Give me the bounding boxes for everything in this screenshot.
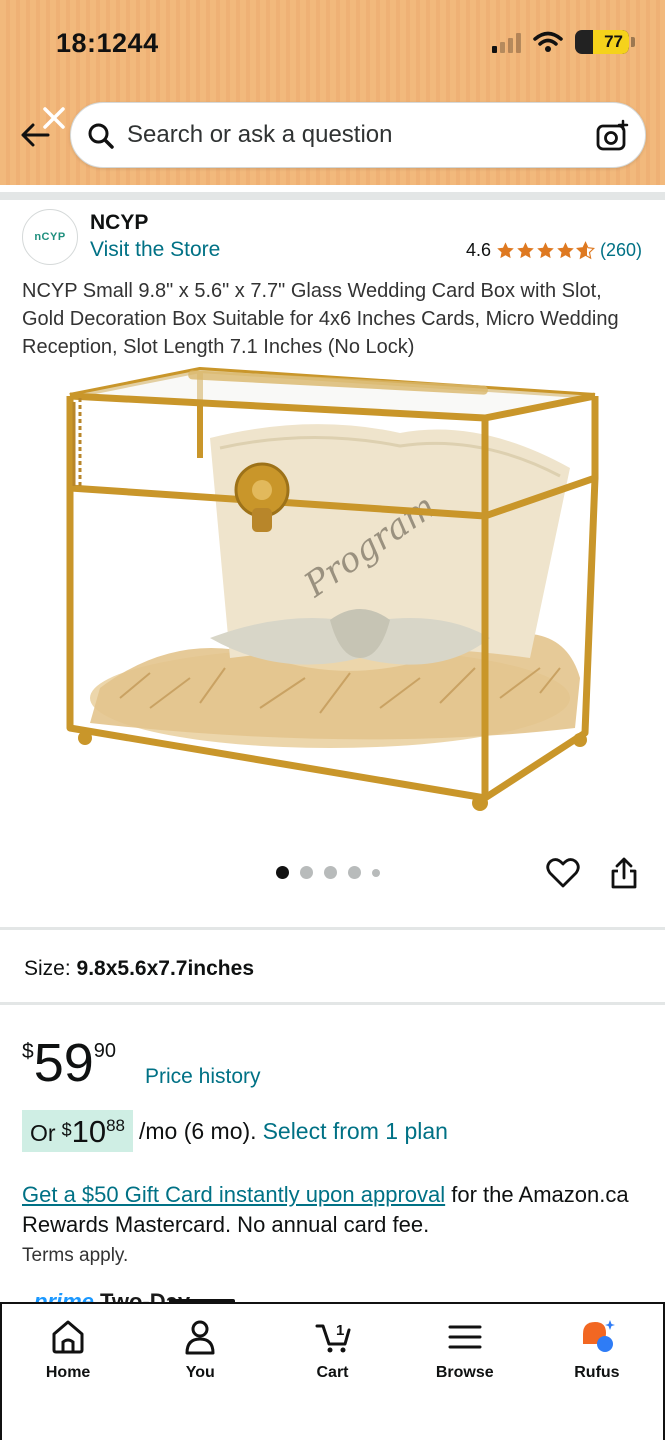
brand-logo-text: nCYP [34,231,66,243]
nav-item-you[interactable]: You [134,1318,266,1440]
heart-icon[interactable] [546,856,580,890]
monthly-whole: 10 [71,1114,107,1149]
signal-icon [492,31,521,53]
carousel-dot[interactable] [324,866,337,879]
monthly-fraction: 88 [106,1116,125,1135]
half-star-icon [575,241,595,260]
search-input[interactable] [127,113,577,157]
cart-count: 1 [336,1322,344,1339]
product-title: NCYP Small 9.8" x 5.6" x 7.7" Glass Wedd… [22,280,619,358]
carousel-dot[interactable] [348,866,361,879]
size-value: 9.8x5.6x7.7inches [76,957,254,980]
carousel-dot[interactable] [300,866,313,879]
visit-store-link[interactable]: Visit the Store [90,238,220,262]
monthly-badge: Or $ 10 88 [22,1110,133,1152]
search-icon [88,123,114,149]
price-fraction: 90 [93,1040,117,1062]
nav-active-indicator [169,1299,235,1304]
nav-item-cart[interactable]: 1 Cart [266,1318,398,1440]
rufus-icon [582,1320,615,1352]
header-divider [0,192,665,200]
star-icon [557,242,574,259]
price-history-link[interactable]: Price history [145,1065,261,1089]
price: $ 59 90 [22,1034,116,1092]
nav-label-rufus: Rufus [574,1364,620,1381]
status-time: 18:1244 [56,28,159,58]
brand-logo[interactable]: nCYP [22,209,78,265]
monthly-term: /mo (6 mo). [138,1117,257,1144]
star-icon [517,242,534,259]
nav-label-you: You [185,1364,215,1381]
nav-item-rufus[interactable]: Rufus [531,1318,663,1440]
home-icon [52,1320,84,1354]
gift-card-link[interactable]: Get a $50 Gift Card instantly upon appro… [22,1182,445,1207]
star-icon [537,242,554,259]
header: 18:1244 77 [0,0,665,185]
search-bar[interactable] [70,102,646,168]
battery-level: 77 [604,32,623,51]
size-label: Size: [24,957,71,980]
carousel-dot[interactable] [372,868,380,877]
select-plan-link[interactable]: Select from 1 plan [263,1118,448,1145]
size-selector[interactable]: Size: 9.8x5.6x7.7inches [24,957,254,981]
user-icon [185,1320,215,1355]
nav-item-browse[interactable]: Browse [399,1318,531,1440]
review-count[interactable]: (260) [600,240,642,261]
store-name: NCYP [90,211,149,234]
share-icon[interactable] [608,856,640,890]
divider [0,927,665,930]
nav-item-home[interactable]: Home [2,1318,134,1440]
battery-icon: 77 [575,30,635,54]
nav-label-browse: Browse [435,1364,494,1381]
bottom-nav: Home You 1 Cart Browse Rufus [0,1299,665,1440]
image-carousel-dots[interactable] [276,866,380,879]
price-whole: 59 [33,1033,94,1093]
divider [0,1002,665,1005]
close-icon[interactable] [40,104,68,132]
star-icon [497,242,514,259]
nav-label-cart: Cart [316,1364,349,1381]
monthly-payment: Or $ 10 88 /mo (6 mo). Select from 1 pla… [22,1110,448,1152]
rating-value: 4.6 [465,240,491,260]
nav-label-home: Home [45,1364,91,1381]
product-image[interactable]: Program [60,358,605,828]
status-icons: 77 [492,30,635,54]
rating[interactable]: 4.6 (260) [466,240,642,261]
rewards-offer: Get a $50 Gift Card instantly upon appro… [22,1180,642,1240]
monthly-or-label: Or [30,1120,56,1146]
menu-icon [448,1325,482,1349]
prime-label: prime [34,1289,94,1302]
monthly-symbol: $ [61,1120,72,1140]
wifi-icon [533,31,563,52]
price-symbol: $ [22,1040,34,1063]
carousel-dot[interactable] [276,866,289,879]
star-rating [496,241,595,260]
terms-text: Terms apply. [22,1245,129,1266]
cart-icon: 1 [315,1322,350,1353]
prime-delivery-peek: prime Two-Day [34,1288,190,1302]
camera-lens-icon[interactable] [595,119,629,153]
